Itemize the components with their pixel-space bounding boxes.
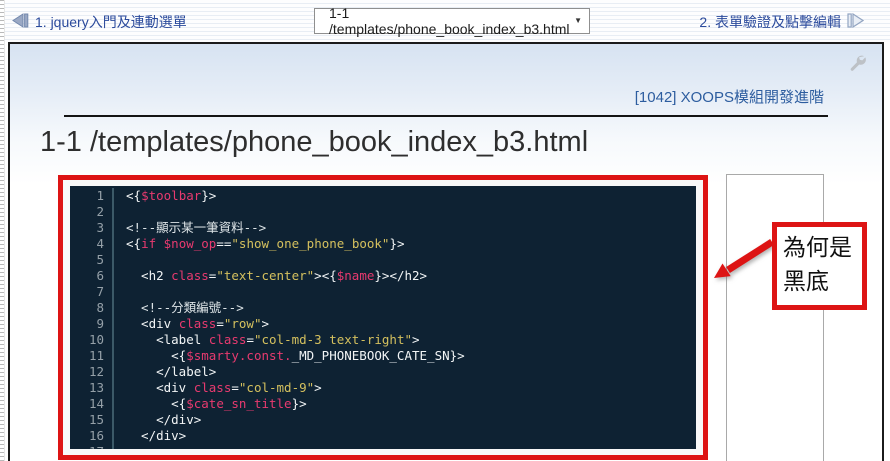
code-text: <label class="col-md-3 text-right">	[126, 332, 420, 348]
code-line: 16 </div>	[70, 428, 696, 444]
code-text: <{$smarty.const._MD_PHONEBOOK_CATE_SN}>	[126, 348, 465, 364]
code-line: 14 <{$cate_sn_title}>	[70, 396, 696, 412]
code-text: </div>	[126, 412, 201, 428]
divider	[64, 115, 828, 117]
template-file-select[interactable]: 1-1 /templates/phone_book_index_b3.html …	[314, 8, 590, 34]
code-line: 15 </div>	[70, 412, 696, 428]
code-frame-red-highlight: 1 <{$toolbar}> 23 <!--顯示某一筆資料--> 4 <{if $now_…	[58, 175, 708, 460]
line-number: 10	[70, 332, 114, 348]
code-text: <div class="row">	[126, 316, 269, 332]
code-line: 4 <{if $now_op=="show_one_phone_book"}>	[70, 236, 696, 252]
code-text: <h2 class="text-center"><{$name}></h2>	[126, 268, 427, 284]
side-panel	[726, 174, 824, 461]
line-number: 14	[70, 396, 114, 412]
code-line: 6 <h2 class="text-center"><{$name}></h2>	[70, 268, 696, 284]
lesson-navbar: 1. jquery入門及連動選單 1-1 /templates/phone_bo…	[0, 0, 890, 42]
course-link[interactable]: [1042] XOOPS模組開發進階	[635, 86, 824, 107]
line-number: 12	[70, 364, 114, 380]
code-text: <!--分類編號-->	[126, 300, 244, 316]
annotation-callout: 為何是黑底	[772, 222, 867, 310]
code-text: </label>	[126, 364, 216, 380]
template-file-select-value: 1-1 /templates/phone_book_index_b3.html	[329, 5, 574, 37]
line-number: 1	[70, 188, 114, 204]
code-text: </div>	[126, 428, 186, 444]
code-line: 7	[70, 284, 696, 300]
code-text: <{$cate_sn_title}>	[126, 396, 307, 412]
code-line: 8 <!--分類編號-->	[70, 300, 696, 316]
caret-down-icon: ▼	[574, 17, 582, 25]
code-line: 12 </label>	[70, 364, 696, 380]
prev-lesson-label: 1. jquery入門及連動選單	[35, 12, 187, 32]
code-line: 13 <div class="col-md-9">	[70, 380, 696, 396]
next-lesson-label: 2. 表單驗證及點擊編輯	[699, 12, 841, 32]
line-number: 13	[70, 380, 114, 396]
code-text: <!--顯示某一筆資料-->	[126, 220, 266, 236]
screen: 1. jquery入門及連動選單 1-1 /templates/phone_bo…	[0, 0, 890, 461]
prev-lesson-link[interactable]: 1. jquery入門及連動選單	[12, 12, 187, 32]
line-number: 2	[70, 204, 114, 220]
line-number: 11	[70, 348, 114, 364]
code-text: <div class="col-md-9">	[126, 380, 322, 396]
code-line: 1 <{$toolbar}>	[70, 188, 696, 204]
code-line: 3 <!--顯示某一筆資料-->	[70, 220, 696, 236]
line-number: 9	[70, 316, 114, 332]
code-line: 5	[70, 252, 696, 268]
line-number: 7	[70, 284, 114, 300]
line-number: 6	[70, 268, 114, 284]
content-panel: [1042] XOOPS模組開發進階 1-1 /templates/phone_…	[8, 42, 884, 461]
line-number: 8	[70, 300, 114, 316]
code-line: 17	[70, 444, 696, 449]
line-number: 3	[70, 220, 114, 236]
line-number: 17	[70, 444, 114, 449]
line-number: 4	[70, 236, 114, 252]
skip-next-icon	[846, 13, 864, 31]
page-title: 1-1 /templates/phone_book_index_b3.html	[40, 126, 588, 159]
wrench-icon[interactable]	[849, 54, 866, 71]
code-text: <{if $now_op=="show_one_phone_book"}>	[126, 236, 405, 252]
code-line: 10 <label class="col-md-3 text-right">	[70, 332, 696, 348]
line-number: 16	[70, 428, 114, 444]
code-line: 9 <div class="row">	[70, 316, 696, 332]
skip-previous-icon	[12, 13, 30, 31]
code-line: 2	[70, 204, 696, 220]
code-block: 1 <{$toolbar}> 23 <!--顯示某一筆資料--> 4 <{if $now_…	[70, 186, 696, 449]
line-number: 15	[70, 412, 114, 428]
line-number: 5	[70, 252, 114, 268]
next-lesson-link[interactable]: 2. 表單驗證及點擊編輯	[699, 12, 864, 32]
page-edge-decoration	[0, 0, 5, 461]
code-text: <{$toolbar}>	[126, 188, 216, 204]
code-lines: 1 <{$toolbar}> 23 <!--顯示某一筆資料--> 4 <{if $now_…	[70, 188, 696, 449]
code-line: 11 <{$smarty.const._MD_PHONEBOOK_CATE_SN…	[70, 348, 696, 364]
